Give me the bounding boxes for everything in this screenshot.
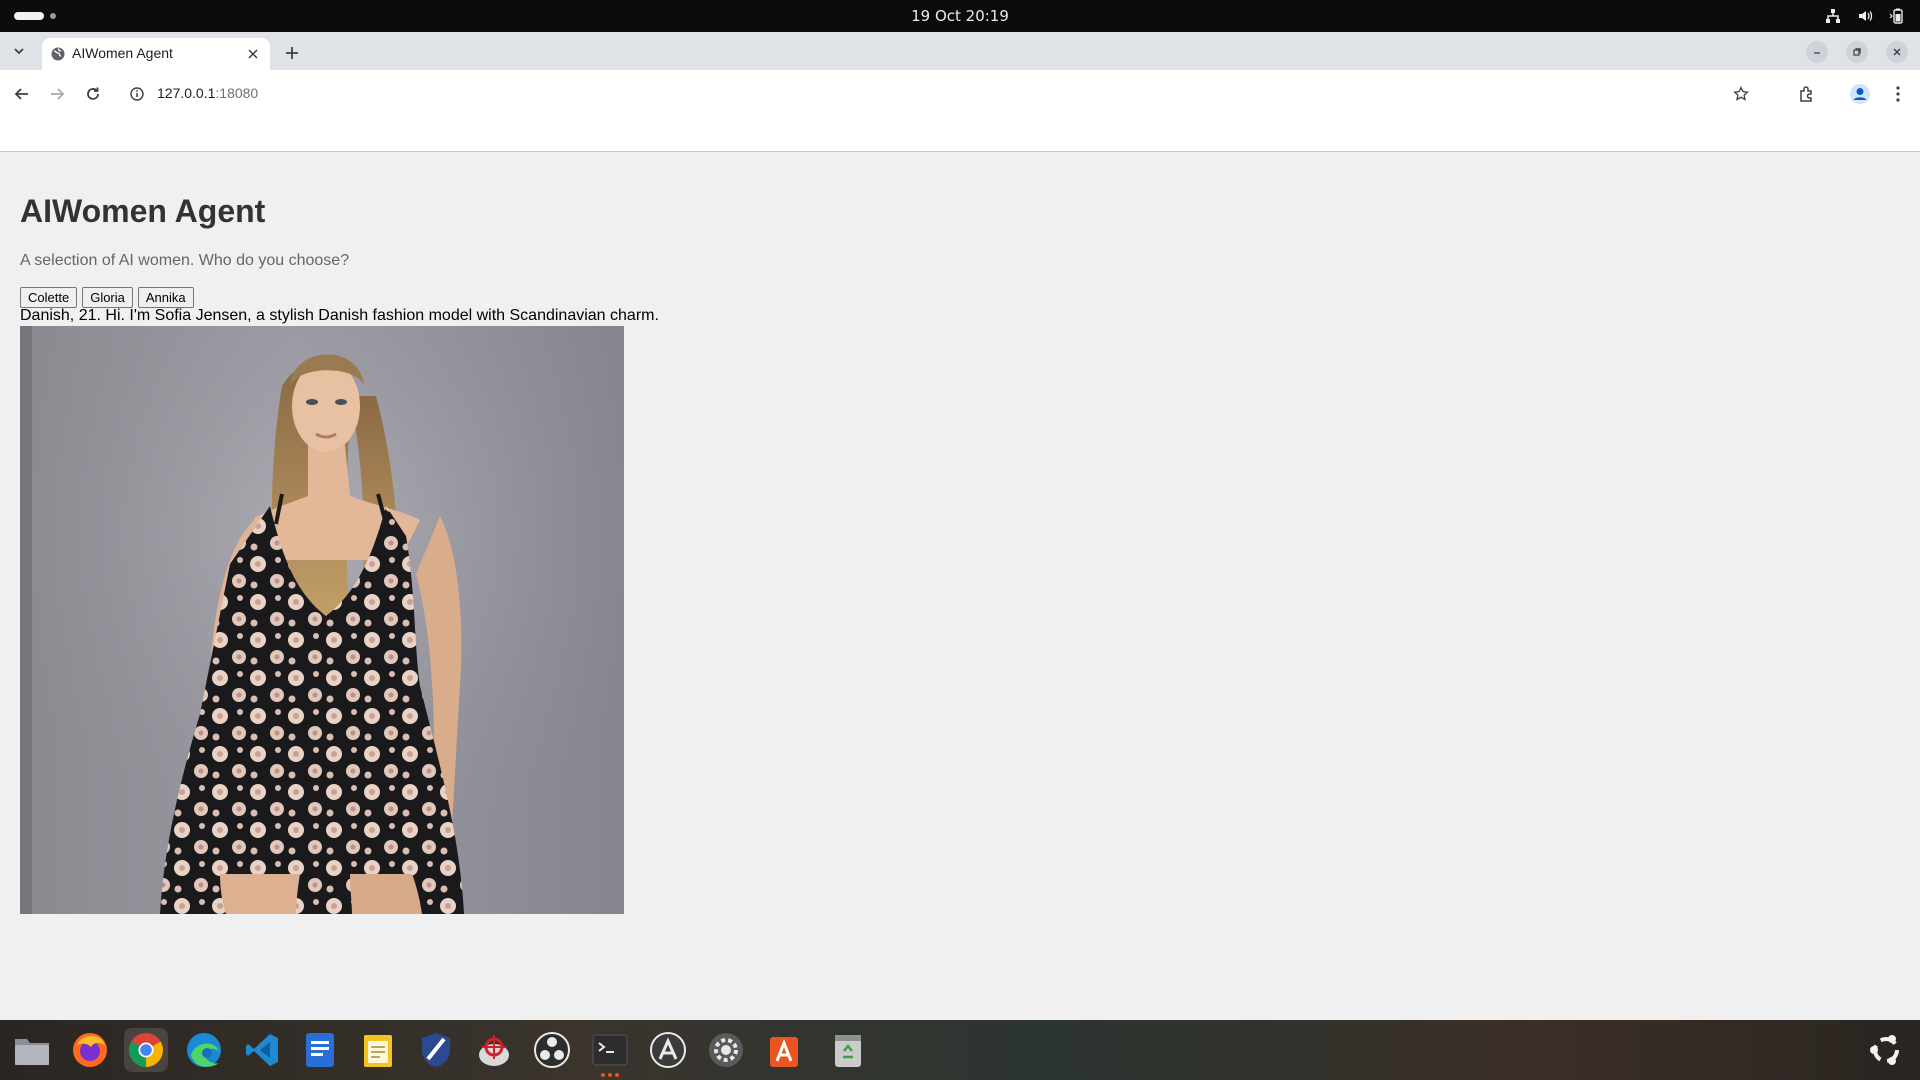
close-window-icon[interactable] xyxy=(1886,41,1908,63)
trash-icon[interactable] xyxy=(826,1028,870,1072)
character-choices: Colette Gloria Annika xyxy=(20,287,194,308)
activities-button[interactable] xyxy=(14,12,56,20)
system-top-bar: 19 Oct 20:19 xyxy=(0,0,1920,32)
edge-icon[interactable] xyxy=(182,1028,226,1072)
tab-title: AIWomen Agent xyxy=(72,45,173,61)
url-port: :18080 xyxy=(215,85,259,101)
obs-icon[interactable] xyxy=(530,1028,574,1072)
software-updater-icon[interactable] xyxy=(646,1028,690,1072)
system-clock[interactable]: 19 Oct 20:19 xyxy=(911,7,1009,25)
network-icon[interactable] xyxy=(1824,7,1842,25)
screenshot-tool-icon[interactable] xyxy=(472,1028,516,1072)
workspace-indicator-active xyxy=(14,12,44,20)
choice-button-annika[interactable]: Annika xyxy=(137,287,194,308)
browser-toolbar: 127.0.0.1:18080 xyxy=(0,70,1920,118)
browser-tab-strip: AIWomen Agent xyxy=(0,32,1920,70)
extensions-icon[interactable] xyxy=(1795,82,1819,106)
ubuntu-logo-icon[interactable] xyxy=(1864,1028,1908,1072)
battery-icon[interactable] xyxy=(1888,7,1906,25)
restore-icon[interactable] xyxy=(1846,41,1868,63)
page-title: AIWomen Agent xyxy=(20,193,266,229)
app-store-icon[interactable] xyxy=(762,1028,806,1072)
browser-tab-active[interactable]: AIWomen Agent xyxy=(42,38,270,70)
tab-close-icon[interactable] xyxy=(244,45,262,63)
reload-icon[interactable] xyxy=(81,82,105,106)
new-tab-plus-icon[interactable] xyxy=(282,43,302,63)
character-bio: Danish, 21. Hi. I'm Sofia Jensen, a styl… xyxy=(20,307,659,324)
globe-icon xyxy=(50,46,66,62)
security-shield-icon[interactable] xyxy=(414,1028,458,1072)
system-tray[interactable] xyxy=(1824,7,1906,25)
url-text[interactable]: 127.0.0.1:18080 xyxy=(157,85,258,101)
menu-dots-icon[interactable] xyxy=(1886,82,1910,106)
settings-icon[interactable] xyxy=(704,1028,748,1072)
vscode-icon[interactable] xyxy=(240,1028,284,1072)
volume-icon[interactable] xyxy=(1856,7,1874,25)
star-icon[interactable] xyxy=(1732,85,1750,103)
forward-arrow-icon[interactable] xyxy=(45,82,69,106)
window-controls xyxy=(1806,41,1908,63)
firefox-icon[interactable] xyxy=(68,1028,112,1072)
profile-icon[interactable] xyxy=(1848,82,1872,106)
terminal-icon[interactable] xyxy=(588,1028,632,1077)
workspace-indicator xyxy=(50,13,56,19)
bookmarks-bar xyxy=(0,118,1920,152)
chrome-icon[interactable] xyxy=(124,1028,168,1072)
choice-button-colette[interactable]: Colette xyxy=(20,287,78,308)
url-host: 127.0.0.1 xyxy=(157,85,216,101)
ubuntu-dock xyxy=(0,1020,1920,1080)
character-portrait xyxy=(20,326,624,914)
page-content: AIWomen Agent A selection of AI women. W… xyxy=(0,153,1920,1020)
text-editor-icon[interactable] xyxy=(356,1028,400,1072)
minimize-icon[interactable] xyxy=(1806,41,1828,63)
tab-search-chevron-icon[interactable] xyxy=(8,40,30,62)
running-indicator xyxy=(601,1073,619,1077)
address-bar[interactable]: 127.0.0.1:18080 xyxy=(120,76,1760,112)
choice-button-gloria[interactable]: Gloria xyxy=(82,287,133,308)
back-arrow-icon[interactable] xyxy=(10,82,34,106)
files-icon[interactable] xyxy=(10,1028,54,1072)
docs-viewer-icon[interactable] xyxy=(298,1028,342,1072)
page-subtitle: A selection of AI women. Who do you choo… xyxy=(20,252,350,269)
site-info-icon[interactable] xyxy=(128,85,146,103)
